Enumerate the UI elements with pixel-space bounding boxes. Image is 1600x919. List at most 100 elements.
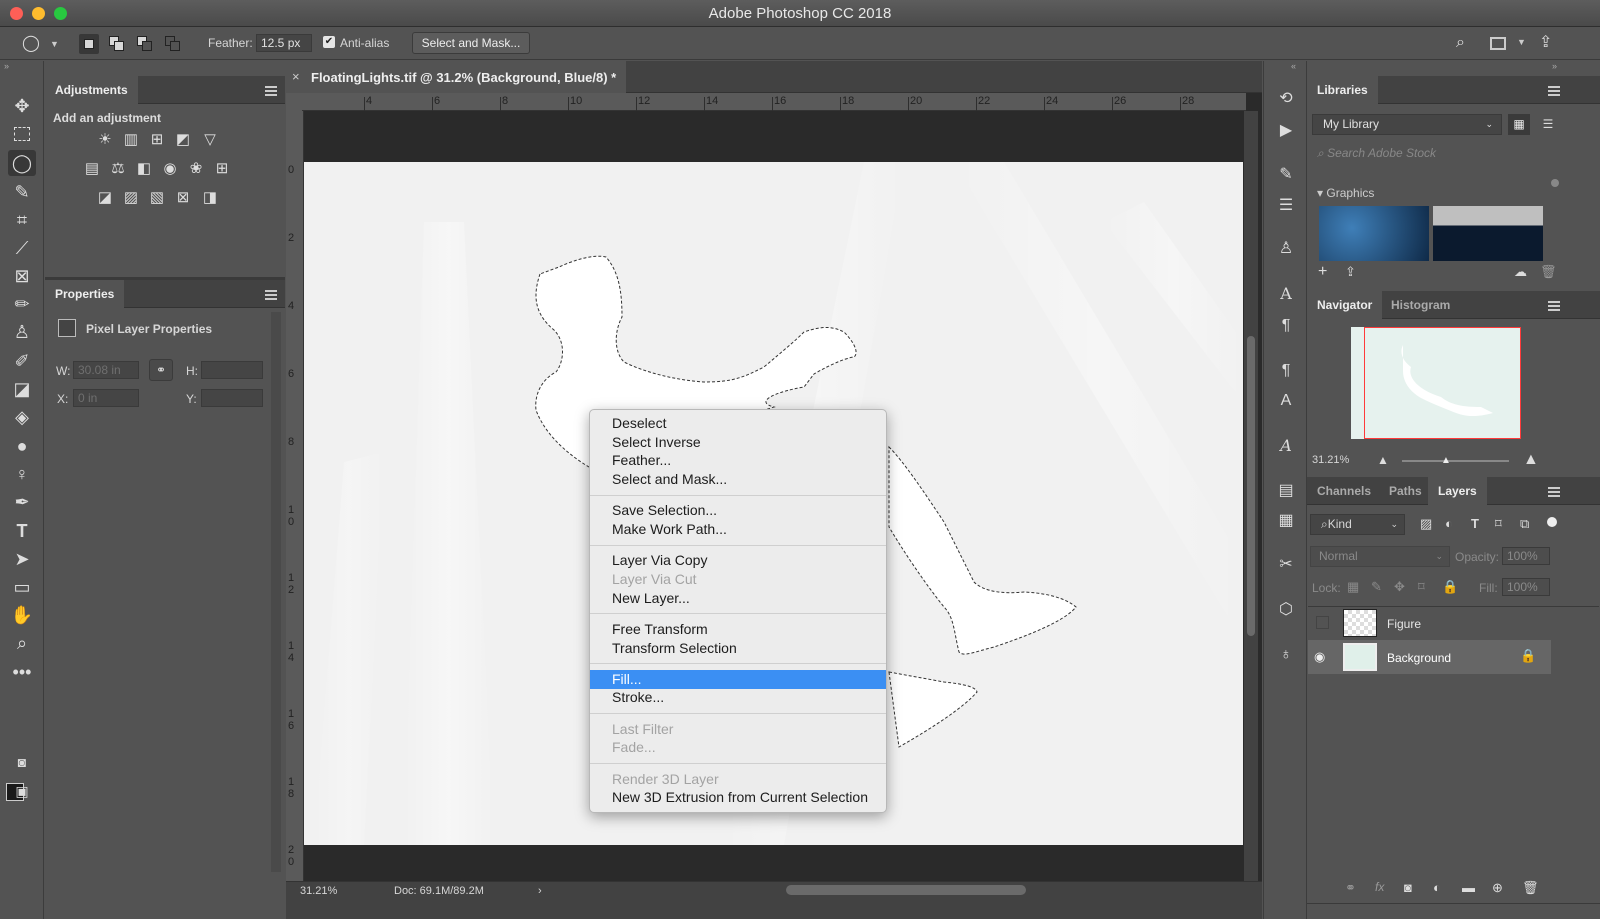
libraries-scrollbar[interactable]	[1551, 179, 1559, 187]
lock-position-icon[interactable]: ✥	[1394, 579, 1405, 595]
width-input[interactable]: 30.08 in	[73, 361, 139, 379]
opacity-input[interactable]: 100%	[1502, 547, 1550, 565]
exposure-icon[interactable]: ◩	[173, 131, 193, 149]
fill-input[interactable]: 100%	[1502, 578, 1550, 596]
layer-mask-icon[interactable]: ◙	[1404, 880, 1412, 895]
hand-tool-icon[interactable]: ✋	[8, 602, 36, 628]
tab-histogram[interactable]: Histogram	[1381, 291, 1460, 319]
menu-item-deselect[interactable]: Deselect	[590, 414, 886, 433]
menu-item-transform-selection[interactable]: Transform Selection	[590, 639, 886, 658]
collapse-icon[interactable]: «	[1291, 61, 1296, 71]
adjustment-layer-icon[interactable]: ◐	[1433, 880, 1441, 895]
blur-tool-icon[interactable]: ●	[8, 433, 36, 459]
blend-mode-select[interactable]: Normal ⌄	[1310, 546, 1450, 567]
workspace-icon[interactable]	[1490, 37, 1506, 50]
new-selection-button[interactable]	[79, 34, 99, 54]
threshold-icon[interactable]: ▧	[147, 189, 167, 207]
visibility-toggle[interactable]	[1316, 616, 1329, 629]
stamp-tool-icon[interactable]: ♙	[8, 319, 36, 345]
posterize-icon[interactable]: ▨	[121, 189, 141, 207]
menu-item-save-selection[interactable]: Save Selection...	[590, 501, 886, 520]
history-brush-tool-icon[interactable]: ✐	[8, 348, 36, 374]
stock-search[interactable]: ⌕ Search Adobe Stock	[1317, 146, 1557, 162]
brushes-icon[interactable]: ✎	[1274, 163, 1298, 187]
gradient-map-icon[interactable]: ◨	[200, 189, 220, 207]
filter-adjustment-icon[interactable]: ◐	[1445, 516, 1453, 531]
brush-tool-icon[interactable]: ✏	[8, 291, 36, 317]
collapse-icon[interactable]: »	[1552, 61, 1557, 71]
horizontal-scroll-thumb[interactable]	[786, 885, 1026, 895]
path-selection-tool-icon[interactable]: ➤	[8, 546, 36, 572]
trash-icon[interactable]: 🗑	[1522, 880, 1539, 896]
tab-layers[interactable]: Layers	[1428, 477, 1487, 505]
document-tab[interactable]: × FloatingLights.tif @ 31.2% (Background…	[286, 61, 626, 93]
y-input[interactable]	[201, 389, 263, 407]
actions-icon[interactable]: ▶	[1274, 119, 1298, 143]
vertical-ruler[interactable]: 0 2 4 6 8 1 0 1 2 1 4 1 6 1 8 2 0	[286, 111, 304, 881]
properties-scrollbar[interactable]	[271, 312, 281, 872]
filter-pixel-icon[interactable]: ▨	[1420, 516, 1432, 532]
intersect-selection-button[interactable]	[163, 34, 183, 54]
levels-icon[interactable]: ▥	[121, 131, 141, 149]
move-tool-icon[interactable]: ✥	[8, 93, 36, 119]
lock-all-icon[interactable]: 🔒	[1442, 579, 1458, 595]
library-select[interactable]: My Library ⌄	[1312, 114, 1502, 135]
tab-adjustments[interactable]: Adjustments	[45, 76, 138, 104]
lasso-tool-icon[interactable]: ◯	[8, 150, 36, 176]
chevron-down-icon[interactable]: ▼	[50, 34, 70, 54]
subtract-from-selection-button[interactable]	[135, 34, 155, 54]
link-icon[interactable]: ⚭	[149, 359, 173, 381]
quick-selection-tool-icon[interactable]: ✎	[8, 179, 36, 205]
graphics-section[interactable]: ▾ Graphics	[1317, 186, 1374, 200]
brush-settings-icon[interactable]: ☰	[1274, 194, 1298, 218]
upload-icon[interactable]: ⇪	[1345, 264, 1356, 280]
tab-paths[interactable]: Paths	[1379, 477, 1432, 505]
channel-mixer-icon[interactable]: ❀	[186, 160, 206, 178]
cc-sync-icon[interactable]: ☁	[1514, 264, 1527, 280]
add-to-selection-button[interactable]	[107, 34, 127, 54]
menu-item-select-inverse[interactable]: Select Inverse	[590, 433, 886, 452]
menu-item-make-work-path[interactable]: Make Work Path...	[590, 520, 886, 539]
layer-row-figure[interactable]: Figure	[1308, 606, 1551, 640]
rectangle-tool-icon[interactable]: ▭	[8, 574, 36, 600]
filter-shape-icon[interactable]: ⌑	[1495, 516, 1502, 532]
curves-icon[interactable]: ⊞	[147, 131, 167, 149]
panel-menu-icon[interactable]	[265, 290, 277, 300]
crop-tool-icon[interactable]: ⌗	[8, 207, 36, 233]
screen-mode-icon[interactable]: ▣	[8, 778, 36, 804]
color-lookup-icon[interactable]: ⊞	[212, 160, 232, 178]
antialias-checkbox[interactable]: ✔	[323, 36, 335, 48]
trash-icon[interactable]: 🗑	[1540, 264, 1557, 280]
filter-smart-object-icon[interactable]: ⧉	[1520, 516, 1529, 532]
type-tool-icon[interactable]: T	[8, 518, 36, 544]
library-graphic-1[interactable]	[1319, 206, 1429, 261]
quick-mask-icon[interactable]: ◙	[8, 749, 36, 775]
tab-navigator[interactable]: Navigator	[1307, 291, 1383, 319]
share-icon[interactable]: ⇪	[1539, 32, 1552, 52]
navigator-thumbnail[interactable]	[1351, 327, 1521, 439]
panel-menu-icon[interactable]	[1548, 487, 1560, 497]
learn-icon[interactable]: ♁	[1274, 643, 1298, 667]
vertical-scroll-thumb[interactable]	[1247, 336, 1255, 636]
zoom-out-icon[interactable]: ▲	[1377, 453, 1389, 467]
tab-libraries[interactable]: Libraries	[1307, 76, 1378, 104]
paragraph-icon[interactable]: ¶	[1274, 314, 1298, 338]
menu-item-select-and-mask[interactable]: Select and Mask...	[590, 470, 886, 489]
dodge-tool-icon[interactable]: ♀	[8, 461, 36, 487]
lasso-tool-preset-icon[interactable]: ◯	[22, 34, 42, 54]
minimize-window-button[interactable]	[32, 7, 45, 20]
photo-filter-icon[interactable]: ◉	[160, 160, 180, 178]
grid-view-icon[interactable]: ▦	[1508, 114, 1530, 135]
status-zoom[interactable]: 31.21%	[300, 885, 337, 897]
pen-tool-icon[interactable]: ✒	[8, 489, 36, 515]
tool-presets-icon[interactable]: ✂	[1274, 553, 1298, 577]
tab-properties[interactable]: Properties	[45, 280, 125, 308]
invert-icon[interactable]: ◪	[95, 189, 115, 207]
library-graphic-2[interactable]	[1433, 206, 1543, 261]
frame-tool-icon[interactable]: ⊠	[8, 263, 36, 289]
menu-item-stroke[interactable]: Stroke...	[590, 688, 886, 707]
tab-channels[interactable]: Channels	[1307, 477, 1381, 505]
lock-artboard-icon[interactable]: ⌑	[1418, 579, 1425, 595]
select-and-mask-button[interactable]: Select and Mask...	[412, 32, 530, 54]
paragraph-styles-icon[interactable]: ¶	[1274, 359, 1298, 383]
